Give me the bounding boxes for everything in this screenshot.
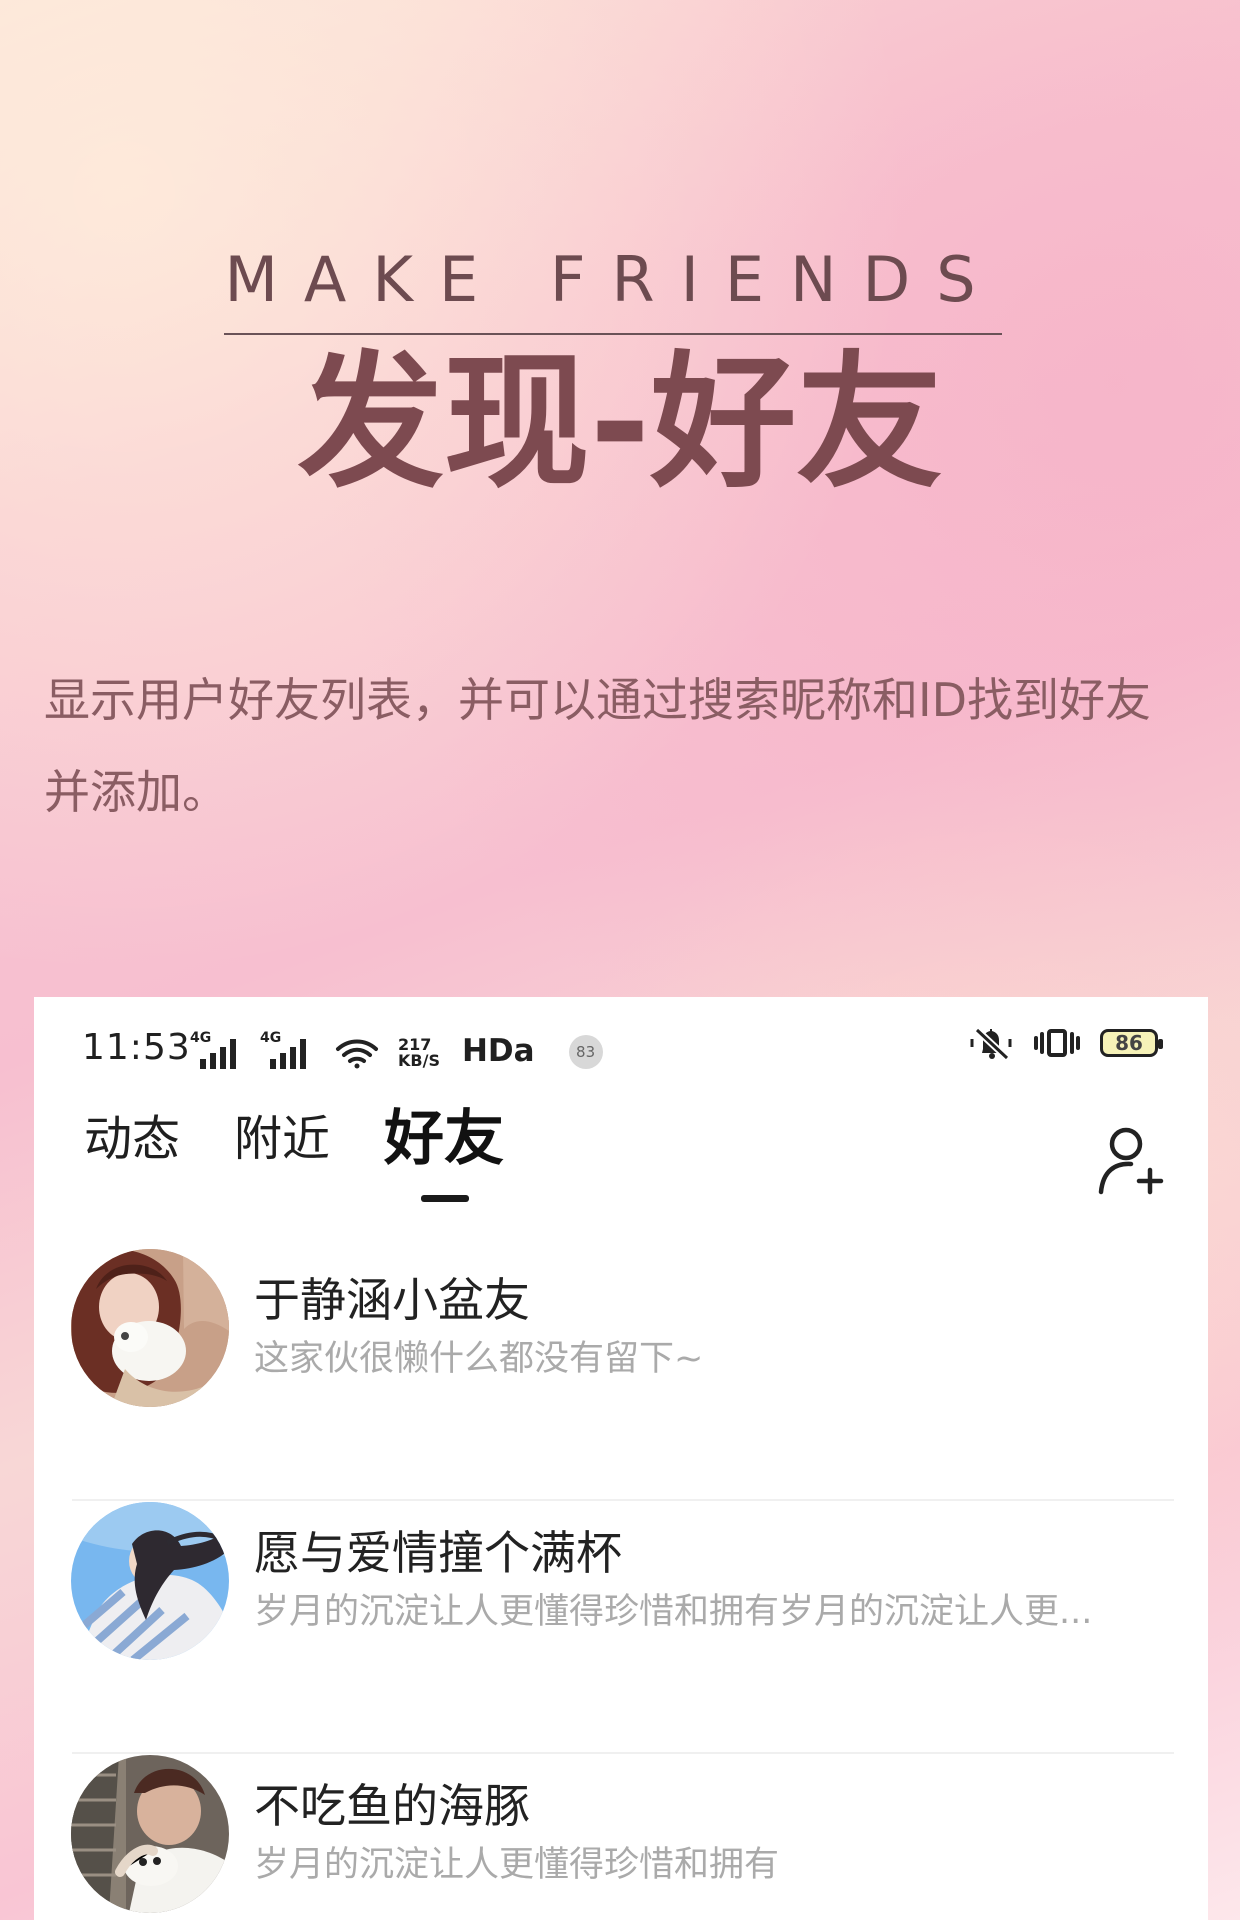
signal-bars-1-icon [200,1039,236,1069]
wifi-icon [336,1039,378,1069]
phone-screen-card: 11:53 4G 4G 217 KB/S HDa 83 86 动态 附近 好友 … [34,997,1208,1920]
status-signals: 4G 4G 217 KB/S HDa 83 [190,1027,603,1069]
tab-nearby[interactable]: 附近 [234,1107,330,1171]
boy-with-dog-avatar [71,1755,229,1913]
title-divider [224,333,1002,335]
friend-bio: 岁月的沉淀让人更懂得珍惜和拥有 [254,1845,780,1885]
notification-badge: 83 [568,1035,603,1069]
mobile-network-2: 4G [260,1031,312,1069]
tab-feed[interactable]: 动态 [84,1107,180,1171]
network-speed: 217 KB/S [398,1037,440,1069]
friends-list: 于静涵小盆友 这家伙很懒什么都没有留下~ 愿与爱情撞个满杯 岁月的沉淀让人更懂得… [34,1249,1208,1920]
top-tabs: 动态 附近 好友 [84,1107,504,1202]
friend-avatar-3 [71,1755,229,1913]
status-bar: 11:53 4G 4G 217 KB/S HDa 83 86 [34,997,1208,1089]
tab-friends[interactable]: 好友 [384,1107,504,1202]
friend-name: 于静涵小盆友 [254,1273,530,1327]
friend-row[interactable]: 愿与爱情撞个满杯 岁月的沉淀让人更懂得珍惜和拥有岁月的沉淀让人更... [34,1502,1208,1755]
girl-with-windswept-hair-avatar [71,1502,229,1660]
hero-section: MAKE FRIENDS 发现-好友 显示用户好友列表，并可以通过搜索昵称和ID… [0,0,1240,980]
vibration-icon [1034,1029,1080,1057]
friend-row[interactable]: 于静涵小盆友 这家伙很懒什么都没有留下~ [34,1249,1208,1502]
add-friend-icon[interactable] [1095,1125,1173,1197]
hd-indicator: HDa [461,1033,535,1069]
mute-bell-icon [970,1027,1012,1061]
girl-with-puppy-avatar [71,1249,229,1407]
hero-subtitle: MAKE FRIENDS [224,243,1002,316]
hero-title: 发现-好友 [297,338,943,508]
status-right-icons: 86 [970,1025,1163,1061]
battery-level: 86 [1115,1031,1143,1055]
feature-description: 显示用户好友列表，并可以通过搜索昵称和ID找到好友并添加。 [44,673,1151,819]
friend-name: 不吃鱼的海豚 [254,1779,530,1833]
friend-bio: 这家伙很懒什么都没有留下~ [254,1339,704,1379]
signal-bars-2-icon [270,1039,306,1069]
status-time: 11:53 [82,1027,191,1068]
friend-name: 愿与爱情撞个满杯 [254,1526,622,1580]
network-speed-unit: KB/S [398,1051,440,1070]
mobile-network-1: 4G [190,1031,242,1069]
battery-icon: 86 [1100,1029,1163,1057]
friend-avatar-1 [71,1249,229,1407]
friend-avatar-2 [71,1502,229,1660]
friend-row[interactable]: 不吃鱼的海豚 岁月的沉淀让人更懂得珍惜和拥有 [34,1755,1208,1920]
friend-bio: 岁月的沉淀让人更懂得珍惜和拥有岁月的沉淀让人更... [254,1592,1093,1632]
